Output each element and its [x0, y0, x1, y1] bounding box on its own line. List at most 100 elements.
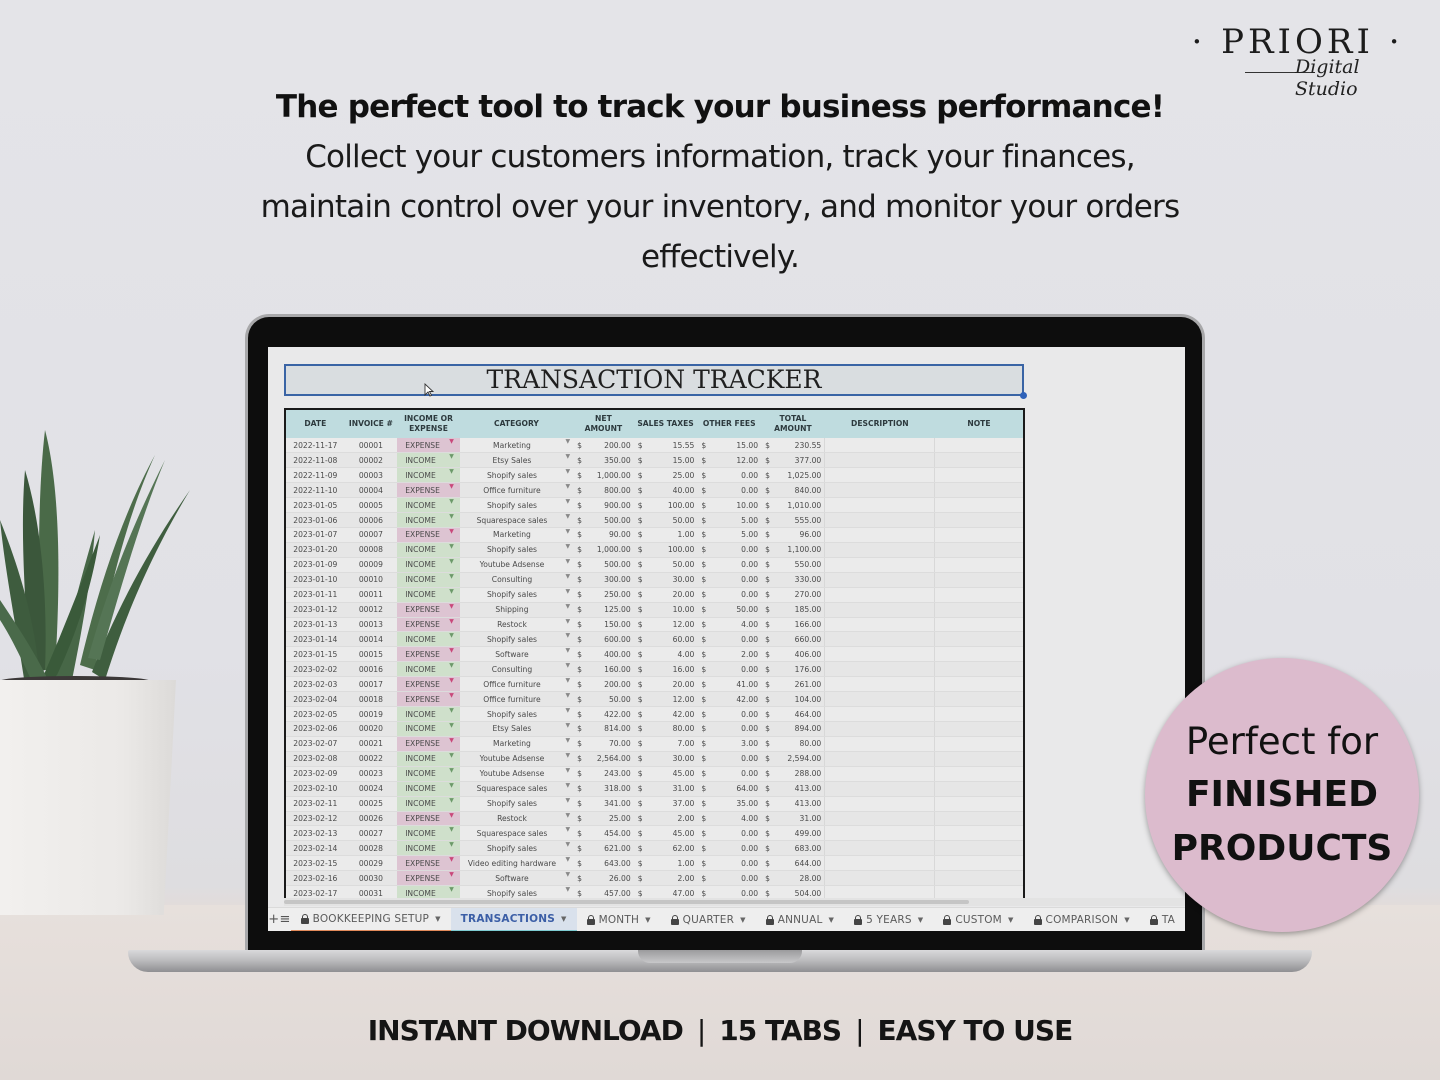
dropdown-arrow-icon[interactable]: ▼ [565, 856, 570, 863]
date-cell[interactable]: 2023-02-02 [286, 661, 345, 678]
dropdown-arrow-icon[interactable]: ▼ [449, 752, 454, 759]
category-dropdown[interactable]: Marketing ▼ [459, 527, 574, 543]
invoice-cell[interactable]: 00002 [344, 452, 398, 469]
category-dropdown[interactable]: Shopify sales ▼ [459, 796, 574, 812]
net-amount-cell[interactable]: 341.00 [585, 796, 634, 812]
dropdown-arrow-icon[interactable]: ▼ [449, 543, 454, 550]
dropdown-arrow-icon[interactable]: ▼ [449, 453, 454, 460]
description-cell[interactable] [824, 557, 935, 573]
other-fees-cell[interactable]: 0.00 [709, 557, 762, 573]
sales-tax-cell[interactable]: 20.00 [645, 587, 698, 603]
type-dropdown[interactable]: EXPENSE ▼ [397, 617, 460, 633]
other-fees-cell[interactable]: 12.00 [709, 452, 762, 469]
category-dropdown[interactable]: Youtube Adsense ▼ [459, 751, 574, 767]
description-cell[interactable] [824, 721, 935, 737]
category-dropdown[interactable]: Youtube Adsense ▼ [459, 766, 574, 782]
type-dropdown[interactable]: INCOME ▼ [397, 557, 460, 573]
dropdown-arrow-icon[interactable]: ▼ [449, 677, 454, 684]
note-cell[interactable] [934, 736, 1023, 752]
date-cell[interactable]: 2023-02-13 [286, 825, 345, 842]
other-fees-cell[interactable]: 0.00 [709, 840, 762, 857]
category-dropdown[interactable]: Etsy Sales ▼ [459, 452, 574, 469]
net-amount-cell[interactable]: 150.00 [585, 617, 634, 633]
date-cell[interactable]: 2023-02-16 [286, 870, 345, 887]
type-dropdown[interactable]: EXPENSE ▼ [397, 870, 460, 887]
sales-tax-cell[interactable]: 60.00 [645, 631, 698, 648]
type-dropdown[interactable]: INCOME ▼ [397, 452, 460, 469]
dropdown-arrow-icon[interactable]: ▼ [565, 513, 570, 520]
dropdown-arrow-icon[interactable]: ▼ [449, 468, 454, 475]
dropdown-arrow-icon[interactable]: ▼ [449, 826, 454, 833]
date-cell[interactable]: 2022-11-10 [286, 482, 345, 499]
date-cell[interactable]: 2023-02-15 [286, 855, 345, 872]
dropdown-arrow-icon[interactable]: ▼ [449, 528, 454, 535]
invoice-cell[interactable]: 00003 [344, 467, 398, 484]
type-dropdown[interactable]: EXPENSE ▼ [397, 602, 460, 618]
type-dropdown[interactable]: INCOME ▼ [397, 497, 460, 514]
invoice-cell[interactable]: 00010 [344, 572, 398, 588]
date-cell[interactable]: 2023-01-11 [286, 587, 345, 603]
dropdown-arrow-icon[interactable]: ▼ [565, 752, 570, 759]
description-cell[interactable] [824, 885, 935, 898]
net-amount-cell[interactable]: 814.00 [585, 721, 634, 737]
category-dropdown[interactable]: Software ▼ [459, 870, 574, 887]
other-fees-cell[interactable]: 0.00 [709, 766, 762, 782]
category-dropdown[interactable]: Office furniture ▼ [459, 482, 574, 499]
type-dropdown[interactable]: EXPENSE ▼ [397, 736, 460, 752]
description-cell[interactable] [824, 706, 935, 723]
other-fees-cell[interactable]: 0.00 [709, 825, 762, 842]
total-amount-cell[interactable]: 2,594.00 [773, 751, 825, 767]
sales-tax-cell[interactable]: 1.00 [645, 527, 698, 543]
scrollbar-thumb[interactable] [284, 900, 969, 904]
date-cell[interactable]: 2023-02-08 [286, 751, 345, 767]
note-cell[interactable] [934, 721, 1023, 737]
date-cell[interactable]: 2023-01-12 [286, 602, 345, 618]
category-dropdown[interactable]: Squarespace sales ▼ [459, 781, 574, 797]
net-amount-cell[interactable]: 318.00 [585, 781, 634, 797]
dropdown-arrow-icon[interactable]: ▼ [449, 483, 454, 490]
add-sheet-icon[interactable]: + [268, 912, 279, 927]
other-fees-cell[interactable]: 35.00 [709, 796, 762, 812]
note-cell[interactable] [934, 497, 1023, 514]
sales-tax-cell[interactable]: 50.00 [645, 557, 698, 573]
dropdown-arrow-icon[interactable]: ▼ [449, 886, 454, 893]
dropdown-arrow-icon[interactable]: ▼ [565, 662, 570, 669]
sheet-tab[interactable]: MONTH ▼ [577, 908, 661, 932]
sales-tax-cell[interactable]: 2.00 [645, 811, 698, 827]
note-cell[interactable] [934, 557, 1023, 573]
date-cell[interactable]: 2022-11-17 [286, 438, 345, 454]
tab-menu-caret-icon[interactable]: ▼ [1008, 916, 1014, 924]
date-cell[interactable]: 2023-02-06 [286, 721, 345, 737]
description-cell[interactable] [824, 796, 935, 812]
note-cell[interactable] [934, 781, 1023, 797]
type-dropdown[interactable]: EXPENSE ▼ [397, 811, 460, 827]
note-cell[interactable] [934, 691, 1023, 708]
total-amount-cell[interactable]: 413.00 [773, 781, 825, 797]
description-cell[interactable] [824, 661, 935, 678]
dropdown-arrow-icon[interactable]: ▼ [565, 812, 570, 819]
dropdown-arrow-icon[interactable]: ▼ [449, 782, 454, 789]
total-amount-cell[interactable]: 104.00 [773, 691, 825, 708]
type-dropdown[interactable]: INCOME ▼ [397, 661, 460, 678]
invoice-cell[interactable]: 00017 [344, 676, 398, 693]
dropdown-arrow-icon[interactable]: ▼ [565, 677, 570, 684]
invoice-cell[interactable]: 00023 [344, 766, 398, 782]
description-cell[interactable] [824, 781, 935, 797]
type-dropdown[interactable]: INCOME ▼ [397, 796, 460, 812]
tab-menu-caret-icon[interactable]: ▼ [829, 916, 835, 924]
description-cell[interactable] [824, 736, 935, 752]
other-fees-cell[interactable]: 0.00 [709, 467, 762, 484]
column-header[interactable]: NOTE [934, 410, 1023, 438]
description-cell[interactable] [824, 840, 935, 857]
note-cell[interactable] [934, 825, 1023, 842]
column-header[interactable]: DESCRIPTION [824, 410, 935, 438]
column-header[interactable]: INVOICE # [344, 410, 398, 438]
invoice-cell[interactable]: 00014 [344, 631, 398, 648]
sales-tax-cell[interactable]: 37.00 [645, 796, 698, 812]
sheet-tab[interactable]: TRANSACTIONS ▼ [450, 907, 577, 931]
date-cell[interactable]: 2023-02-04 [286, 691, 345, 708]
invoice-cell[interactable]: 00011 [344, 587, 398, 603]
invoice-cell[interactable]: 00007 [344, 527, 398, 543]
category-dropdown[interactable]: Shopify sales ▼ [459, 467, 574, 484]
sheet-tab[interactable]: ANNUAL ▼ [756, 908, 844, 932]
